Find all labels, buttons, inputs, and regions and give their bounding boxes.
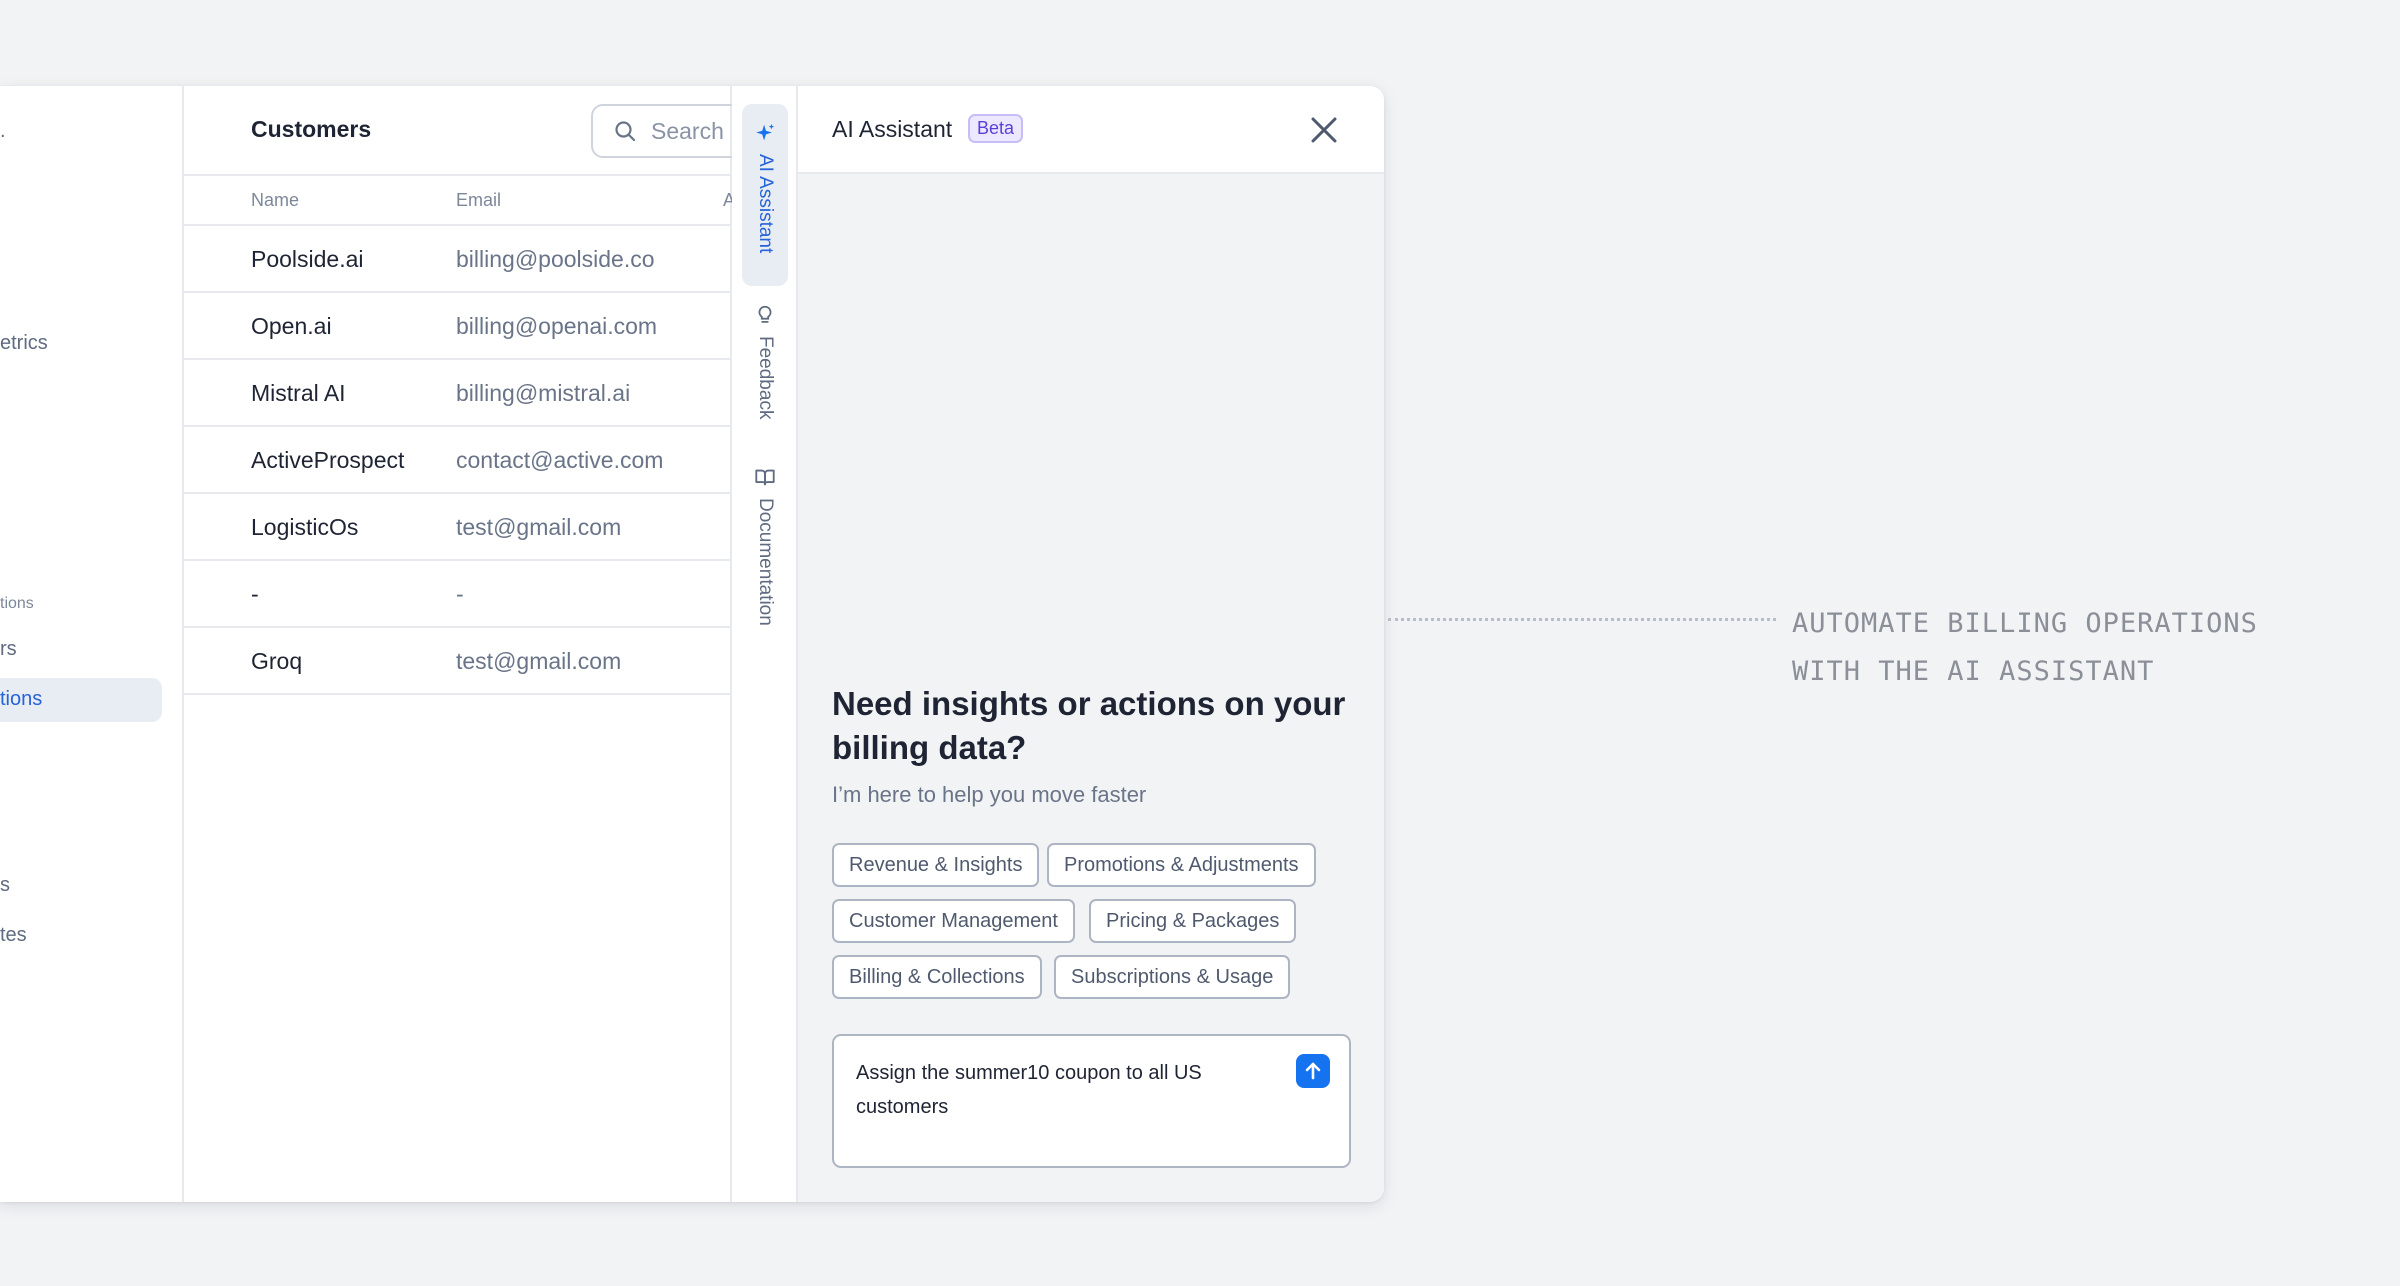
tab-ai-assistant[interactable]: AI Assistant [742,104,788,286]
customers-header: Customers Search [184,86,751,176]
send-button[interactable] [1296,1054,1330,1088]
customer-name: - [251,581,259,607]
table-row[interactable]: Groq test@gmail.com [184,628,730,695]
search-placeholder: Search [651,117,724,144]
table-row[interactable]: - - [184,561,730,628]
sidebar-section-heading: tions [0,595,34,612]
customer-email: billing@mistral.ai [456,380,631,406]
customers-panel: Customers Search Name Email A Poolside.a… [184,86,751,1202]
sidebar-item-fragment[interactable]: s [0,874,10,897]
customer-email: billing@poolside.co [456,246,655,272]
sidebar: . etrics tions rs tions s tes rs [0,86,184,1202]
table-row[interactable]: ActiveProspect contact@active.com [184,427,730,494]
column-header-name[interactable]: Name [251,190,299,211]
assistant-header: AI Assistant Beta [798,86,1384,174]
customer-email: test@gmail.com [456,514,622,540]
customer-email: test@gmail.com [456,648,622,674]
ai-assistant-panel: AI Assistant Beta Need insights or actio… [798,86,1384,1202]
callout-line: AUTOMATE BILLING OPERATIONS [1792,608,2258,639]
customer-name: Groq [251,648,303,674]
arrow-up-icon [1305,1062,1321,1080]
customer-name: Mistral AI [251,380,346,406]
sparkle-icon [756,123,775,141]
customer-name: LogisticOs [251,514,359,540]
search-input[interactable]: Search [591,104,751,158]
book-icon [755,469,775,486]
tab-label: Documentation [755,498,776,626]
customer-email: - [456,581,464,607]
chip-revenue-insights[interactable]: Revenue & Insights [832,843,1040,887]
customer-name: ActiveProspect [251,447,405,473]
table-row[interactable]: LogisticOs test@gmail.com [184,494,730,561]
search-icon [615,121,636,142]
tab-label: AI Assistant [755,154,776,254]
callout-line: WITH THE AI ASSISTANT [1792,656,2155,687]
sidebar-item-fragment[interactable]: tes [0,924,27,947]
customer-email: billing@openai.com [456,313,658,339]
chip-pricing-packages[interactable]: Pricing & Packages [1089,899,1297,943]
assistant-title: AI Assistant [832,116,953,142]
column-header-email[interactable]: Email [456,190,501,211]
table-row[interactable]: Mistral AI billing@mistral.ai [184,360,730,427]
chat-input[interactable]: Assign the summer10 coupon to all US cus… [832,1034,1351,1168]
assistant-heading: Need insights or actions on your billing… [832,685,1346,766]
chip-billing-collections[interactable]: Billing & Collections [832,955,1042,999]
chip-customer-management[interactable]: Customer Management [832,899,1075,943]
side-tab-strip: AI Assistant Feedback Documentation [732,86,798,1202]
beta-badge: Beta [968,114,1024,143]
page-title: Customers [251,116,372,142]
chip-promotions-adjustments[interactable]: Promotions & Adjustments [1047,843,1316,887]
table-row[interactable]: Poolside.ai billing@poolside.co [184,226,730,293]
chip-subscriptions-usage[interactable]: Subscriptions & Usage [1054,955,1291,999]
callout-connector [1388,618,1776,621]
tab-label: Feedback [755,336,776,420]
customer-email: contact@active.com [456,447,664,473]
app-window: . etrics tions rs tions s tes rs Custome… [0,86,1384,1202]
lightbulb-icon [758,305,772,323]
tab-feedback[interactable]: Feedback [742,286,788,446]
tab-documentation[interactable]: Documentation [742,448,788,748]
chat-input-value[interactable]: Assign the summer10 coupon to all US cus… [856,1056,1256,1124]
callout-text: AUTOMATE BILLING OPERATIONS WITH THE AI … [1792,600,2258,696]
assistant-subheading: I’m here to help you move faster [832,782,1147,807]
table-row[interactable]: Open.ai billing@openai.com [184,293,730,360]
sidebar-fragment: . [0,120,6,142]
sidebar-item-customers[interactable]: rs [0,638,17,661]
customer-name: Open.ai [251,313,332,339]
sidebar-item-metrics[interactable]: etrics [0,332,48,355]
close-icon[interactable] [1308,114,1340,146]
table-header: Name Email A [184,176,735,226]
customer-name: Poolside.ai [251,246,364,272]
sidebar-item-integrations[interactable]: tions [0,688,42,711]
